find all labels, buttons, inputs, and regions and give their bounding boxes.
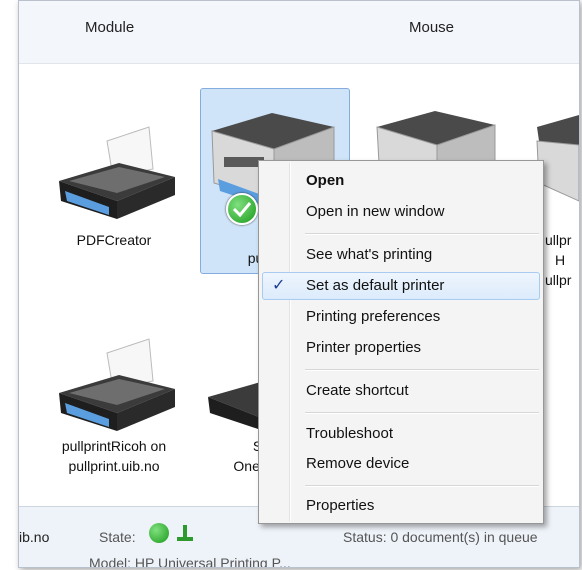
menu-item-remove-device[interactable]: Remove device xyxy=(262,450,540,478)
details-status-text: Status: 0 document(s) in queue xyxy=(343,529,538,545)
printer-pdfcreator[interactable]: PDFCreator xyxy=(39,119,189,249)
details-device-name: ib.no xyxy=(19,529,50,545)
menu-item-label: Properties xyxy=(306,497,375,514)
device-label-pdfcreator: PDFCreator xyxy=(76,232,152,248)
menu-separator xyxy=(305,485,539,487)
device-label-4-line2: H xyxy=(555,252,566,268)
details-state-label: State: xyxy=(99,529,136,545)
menu-item-create-shortcut[interactable]: Create shortcut xyxy=(262,377,540,405)
details-model-text: Model: HP Universal Printing P... xyxy=(89,555,291,568)
printer-icon xyxy=(59,338,175,431)
menu-item-label: Troubleshoot xyxy=(306,425,393,442)
menu-item-label: Open in new window xyxy=(306,203,445,220)
menu-item-troubleshoot[interactable]: Troubleshoot xyxy=(262,420,540,448)
menu-item-properties[interactable]: Properties xyxy=(262,492,540,520)
state-ok-icon xyxy=(149,523,169,543)
menu-item-label: Set as default printer xyxy=(306,277,445,294)
network-printer-icon xyxy=(177,525,193,546)
menu-item-label: Create shortcut xyxy=(306,382,409,399)
checkmark-icon: ✓ xyxy=(272,277,286,294)
device-label-4-line1: ullpr xyxy=(545,232,572,248)
menu-separator xyxy=(305,233,539,235)
device-label-ricoh-line1: pullprintRicoh on xyxy=(61,438,167,454)
printer-icon xyxy=(59,126,175,219)
menu-separator xyxy=(305,369,539,371)
menu-item-label: See what's printing xyxy=(306,246,433,263)
menu-item-open-label: Open xyxy=(306,172,345,189)
device-label-4-line3: ullpr xyxy=(545,272,572,288)
menu-separator xyxy=(305,412,539,414)
menu-item-label: Remove device xyxy=(306,455,410,472)
menu-item-open[interactable]: Open xyxy=(262,167,540,195)
printer-context-menu: Open Open in new window See what's print… xyxy=(258,160,544,524)
default-printer-check-icon xyxy=(226,193,258,225)
menu-item-open-new-window[interactable]: Open in new window xyxy=(262,198,540,226)
category-header: Module Mouse xyxy=(19,1,579,64)
menu-item-printer-properties[interactable]: Printer properties xyxy=(262,334,540,362)
device-label-ricoh-line2: pullprint.uib.no xyxy=(68,458,160,474)
menu-item-label: Printer properties xyxy=(306,339,422,356)
menu-item-printing-preferences[interactable]: Printing preferences xyxy=(262,303,540,331)
device-mouse-label[interactable]: Mouse xyxy=(409,19,454,36)
printer-pullprint-ricoh[interactable]: pullprintRicoh on pullprint.uib.no xyxy=(39,331,189,481)
device-module-label[interactable]: Module xyxy=(85,19,134,36)
menu-item-see-whats-printing[interactable]: See what's printing xyxy=(262,241,540,269)
menu-item-label: Printing preferences xyxy=(306,308,441,325)
menu-item-set-default-printer[interactable]: ✓ Set as default printer xyxy=(262,272,540,300)
